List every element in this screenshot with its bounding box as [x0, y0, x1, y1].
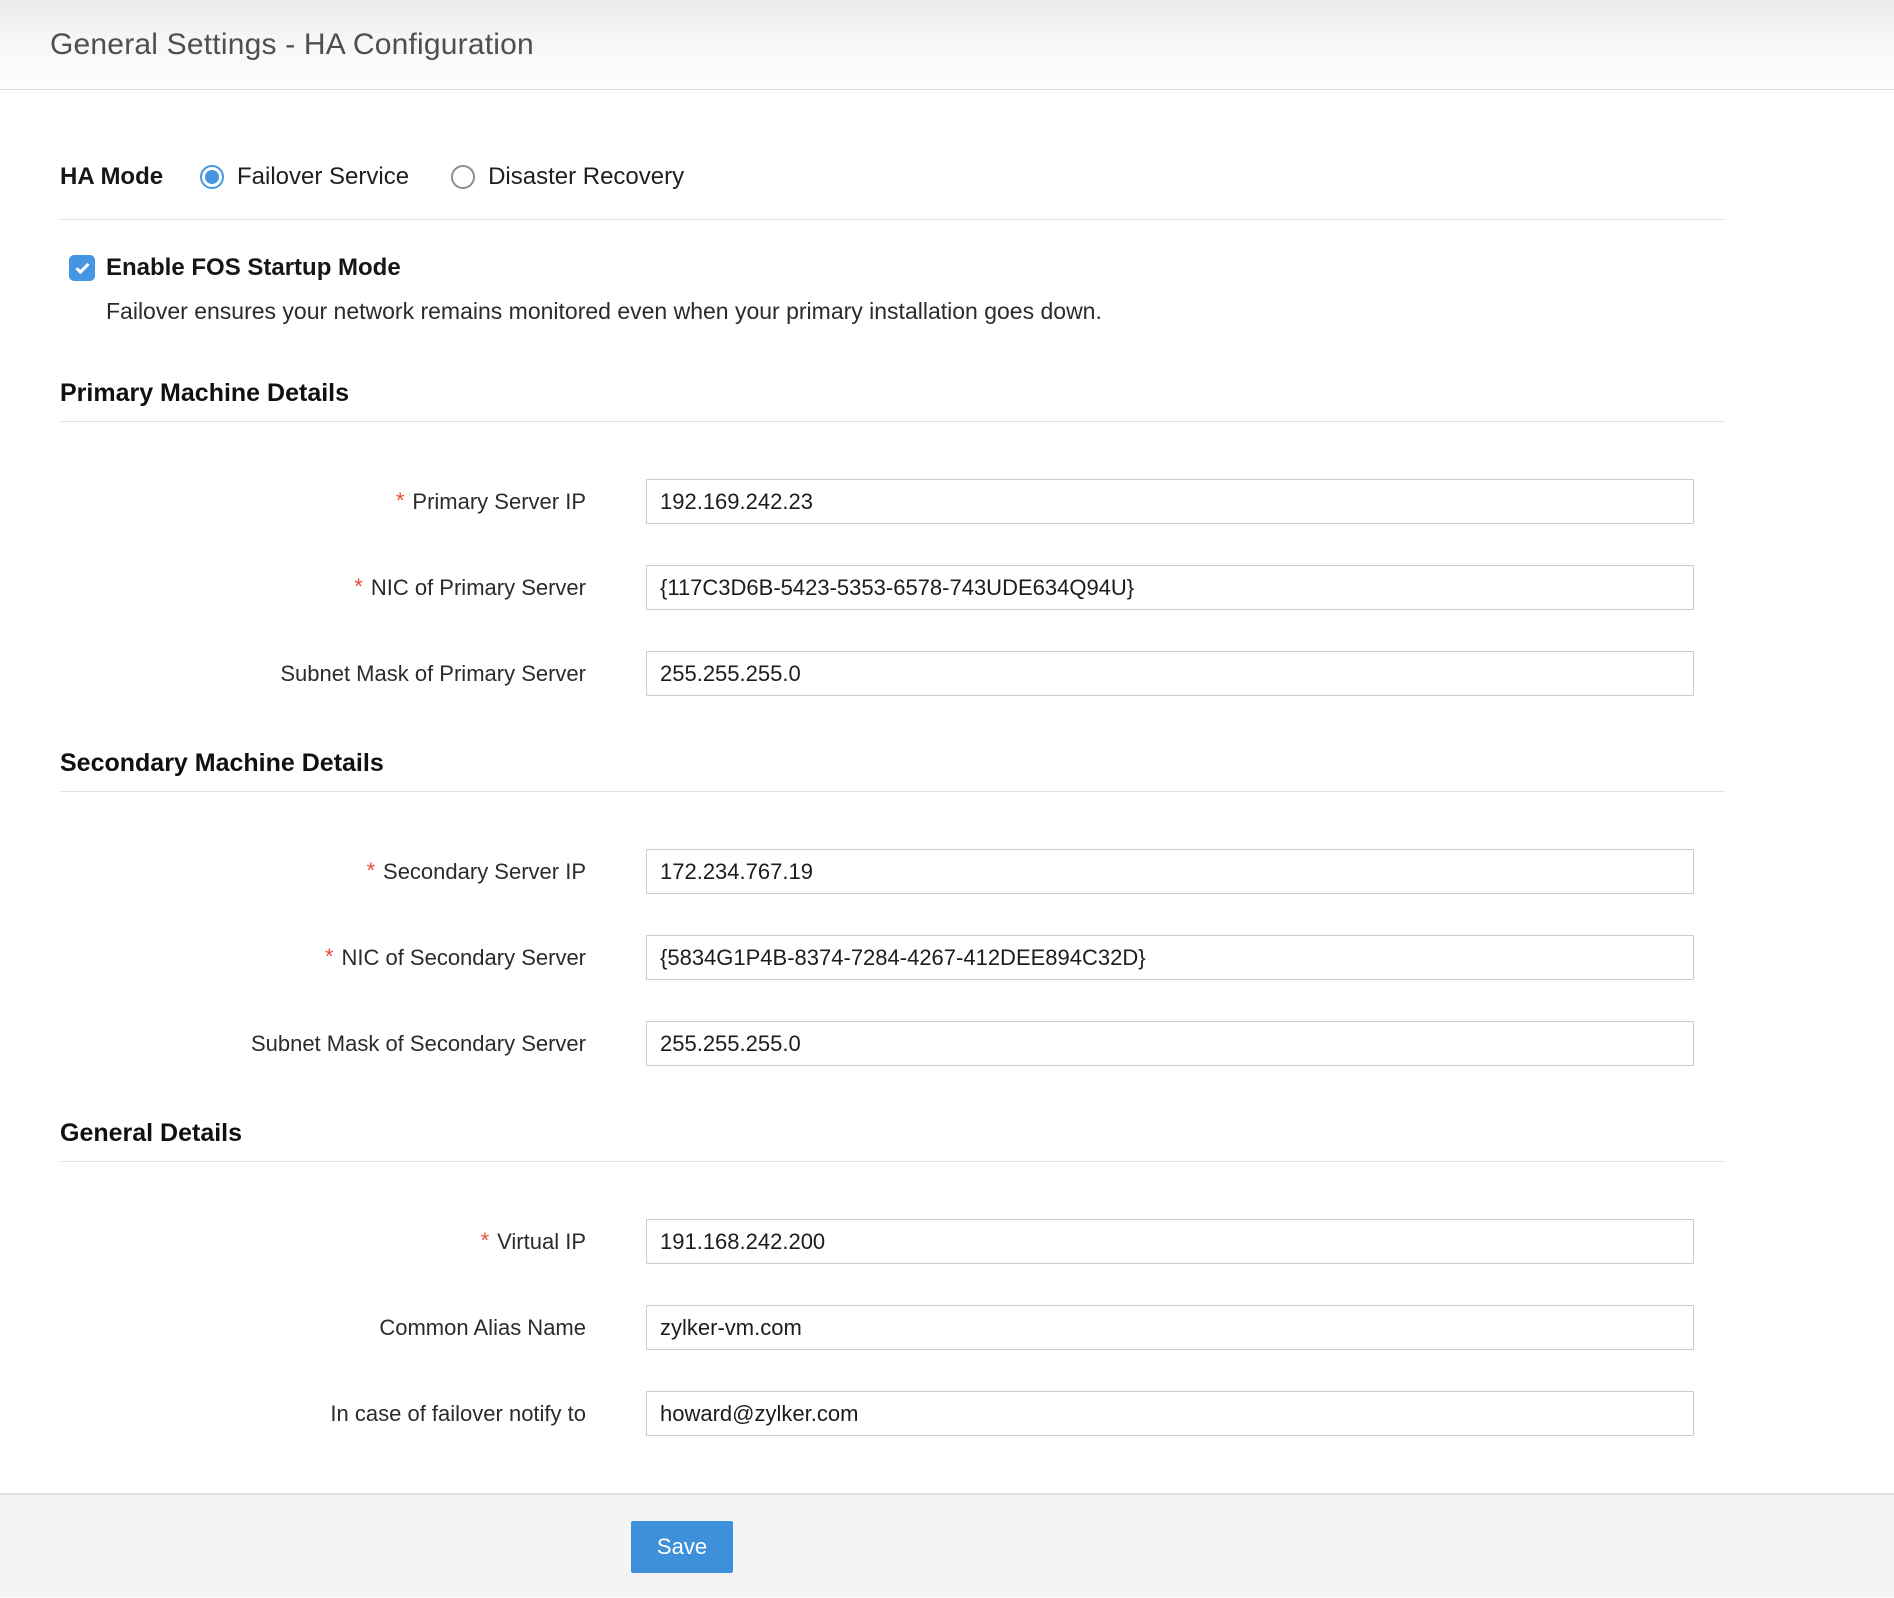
field-label: Subnet Mask of Primary Server	[60, 661, 586, 687]
divider	[60, 219, 1725, 220]
divider	[60, 421, 1725, 422]
required-marker: *	[481, 1228, 490, 1254]
ha-mode-label: HA Mode	[60, 163, 200, 191]
common-alias-name-input[interactable]	[646, 1305, 1694, 1350]
field-label: In case of failover notify to	[60, 1401, 586, 1427]
field-label: * NIC of Primary Server	[60, 575, 586, 601]
field-label: * Primary Server IP	[60, 489, 586, 515]
primary-server-ip-input[interactable]	[646, 479, 1694, 524]
section-title-primary: Primary Machine Details	[60, 378, 1725, 408]
field-label-text: NIC of Secondary Server	[341, 945, 586, 971]
field-label-text: Subnet Mask of Secondary Server	[251, 1031, 586, 1057]
radio-failover-service-label: Failover Service	[237, 163, 409, 191]
field-label: * Virtual IP	[60, 1229, 586, 1255]
section-title-secondary: Secondary Machine Details	[60, 748, 1725, 778]
radio-disaster-recovery-label: Disaster Recovery	[488, 163, 684, 191]
field-label-text: Subnet Mask of Primary Server	[280, 661, 586, 687]
field-label: * Secondary Server IP	[60, 859, 586, 885]
nic-secondary-server-input[interactable]	[646, 935, 1694, 980]
subnet-mask-primary-input[interactable]	[646, 651, 1694, 696]
virtual-ip-input[interactable]	[646, 1219, 1694, 1264]
required-marker: *	[325, 944, 334, 970]
settings-form: HA Mode Failover Service Disaster Recove…	[60, 162, 1725, 1436]
fos-description: Failover ensures your network remains mo…	[106, 296, 1725, 326]
footer-bar: Save	[0, 1493, 1894, 1597]
radio-failover-service[interactable]: Failover Service	[200, 163, 409, 191]
field-row-secondary-server-ip: * Secondary Server IP	[60, 849, 1725, 894]
required-marker: *	[396, 488, 405, 514]
field-row-common-alias: Common Alias Name	[60, 1305, 1725, 1350]
field-row-virtual-ip: * Virtual IP	[60, 1219, 1725, 1264]
field-row-nic-primary: * NIC of Primary Server	[60, 565, 1725, 610]
field-label-text: Secondary Server IP	[383, 859, 586, 885]
required-marker: *	[366, 858, 375, 884]
fos-checkbox-label: Enable FOS Startup Mode	[106, 254, 401, 282]
nic-primary-server-input[interactable]	[646, 565, 1694, 610]
secondary-server-ip-input[interactable]	[646, 849, 1694, 894]
save-button[interactable]: Save	[631, 1521, 733, 1573]
checkmark-icon	[75, 260, 89, 274]
section-title-general: General Details	[60, 1118, 1725, 1148]
fos-checkbox-row: Enable FOS Startup Mode	[69, 254, 1725, 282]
field-label-text: Virtual IP	[497, 1229, 586, 1255]
field-row-nic-secondary: * NIC of Secondary Server	[60, 935, 1725, 980]
field-label: Common Alias Name	[60, 1315, 586, 1341]
page-title: General Settings - HA Configuration	[50, 28, 534, 62]
page-header: General Settings - HA Configuration	[0, 0, 1894, 90]
field-label: Subnet Mask of Secondary Server	[60, 1031, 586, 1057]
divider	[60, 1161, 1725, 1162]
field-label-text: Primary Server IP	[412, 489, 586, 515]
field-label-text: In case of failover notify to	[330, 1401, 586, 1427]
field-row-subnet-primary: Subnet Mask of Primary Server	[60, 651, 1725, 696]
required-marker: *	[354, 574, 363, 600]
field-row-primary-server-ip: * Primary Server IP	[60, 479, 1725, 524]
field-label: * NIC of Secondary Server	[60, 945, 586, 971]
radio-dot-icon	[205, 170, 219, 184]
ha-mode-row: HA Mode Failover Service Disaster Recove…	[60, 162, 1725, 192]
radio-selected-icon	[200, 165, 224, 189]
failover-notify-input[interactable]	[646, 1391, 1694, 1436]
fos-checkbox[interactable]	[69, 255, 95, 281]
radio-unselected-icon	[451, 165, 475, 189]
divider	[60, 791, 1725, 792]
radio-disaster-recovery[interactable]: Disaster Recovery	[451, 163, 684, 191]
subnet-mask-secondary-input[interactable]	[646, 1021, 1694, 1066]
field-row-failover-notify: In case of failover notify to	[60, 1391, 1725, 1436]
field-row-subnet-secondary: Subnet Mask of Secondary Server	[60, 1021, 1725, 1066]
field-label-text: Common Alias Name	[379, 1315, 586, 1341]
field-label-text: NIC of Primary Server	[371, 575, 586, 601]
